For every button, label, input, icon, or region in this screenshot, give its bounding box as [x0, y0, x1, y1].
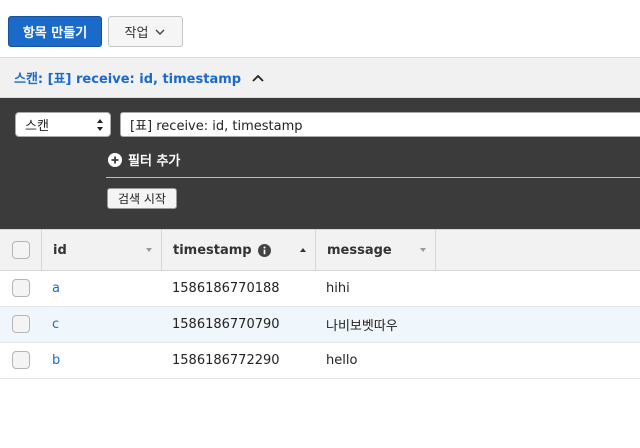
- plus-circle-icon: [108, 152, 122, 167]
- sort-icon[interactable]: [419, 246, 427, 254]
- chevron-up-icon[interactable]: [251, 71, 265, 85]
- scan-header[interactable]: 스캔: [표] receive: id, timestamp: [0, 57, 640, 98]
- cell-message: 나비보벳따우: [326, 319, 398, 334]
- actions-label: 작업: [124, 26, 149, 41]
- cell-timestamp: 1586186770188: [172, 281, 280, 296]
- table-index-select[interactable]: [표] receive: id, timestamp: [120, 112, 640, 137]
- start-search-button[interactable]: 검색 시작: [107, 188, 177, 209]
- mode-select-value: 스캔: [25, 119, 49, 134]
- cell-message: hihi: [326, 281, 350, 296]
- table-header: id timestamp message: [0, 229, 640, 271]
- top-toolbar: 항목 만들기 작업: [0, 0, 640, 56]
- add-filter-label: 필터 추가: [128, 154, 181, 169]
- column-header-id[interactable]: id: [42, 230, 162, 270]
- table-row[interactable]: c 1586186770790 나비보벳따우: [0, 307, 640, 343]
- cell-message: hello: [326, 353, 358, 368]
- table-row[interactable]: b 1586186772290 hello: [0, 343, 640, 379]
- cell-id[interactable]: b: [52, 343, 60, 378]
- chevron-down-icon: [155, 29, 165, 35]
- column-label-message: message: [327, 242, 392, 258]
- column-header-message[interactable]: message: [316, 230, 436, 270]
- select-arrows-icon: [97, 119, 103, 131]
- column-label-id: id: [53, 242, 67, 258]
- column-label-timestamp: timestamp: [173, 242, 252, 258]
- sort-ascending-icon[interactable]: [299, 246, 307, 254]
- scan-title: 스캔: [표] receive: id, timestamp: [14, 72, 242, 87]
- cell-timestamp: 1586186772290: [172, 353, 280, 368]
- cell-timestamp: 1586186770790: [172, 317, 280, 332]
- row-checkbox[interactable]: [12, 351, 30, 369]
- cell-id[interactable]: a: [52, 271, 60, 306]
- query-panel: 스캔 [표] receive: id, timestamp 필터 추가 검색 시…: [0, 98, 640, 229]
- cell-id[interactable]: c: [52, 307, 59, 342]
- row-checkbox[interactable]: [12, 279, 30, 297]
- mode-select[interactable]: 스캔: [15, 112, 111, 137]
- column-header-timestamp[interactable]: timestamp: [162, 230, 316, 270]
- sort-icon[interactable]: [145, 246, 153, 254]
- table-index-value: [표] receive: id, timestamp: [130, 119, 303, 134]
- select-all-checkbox[interactable]: [12, 241, 30, 259]
- info-icon[interactable]: [257, 243, 271, 257]
- row-checkbox[interactable]: [12, 315, 30, 333]
- select-all-cell: [0, 230, 42, 270]
- panel-divider: [106, 177, 640, 178]
- table-row[interactable]: a 1586186770188 hihi: [0, 271, 640, 307]
- actions-dropdown-button[interactable]: 작업: [108, 16, 183, 47]
- results-table: id timestamp message a 1586186770188 hih…: [0, 229, 640, 379]
- create-item-button[interactable]: 항목 만들기: [8, 16, 102, 47]
- add-filter-button[interactable]: 필터 추가: [108, 150, 180, 169]
